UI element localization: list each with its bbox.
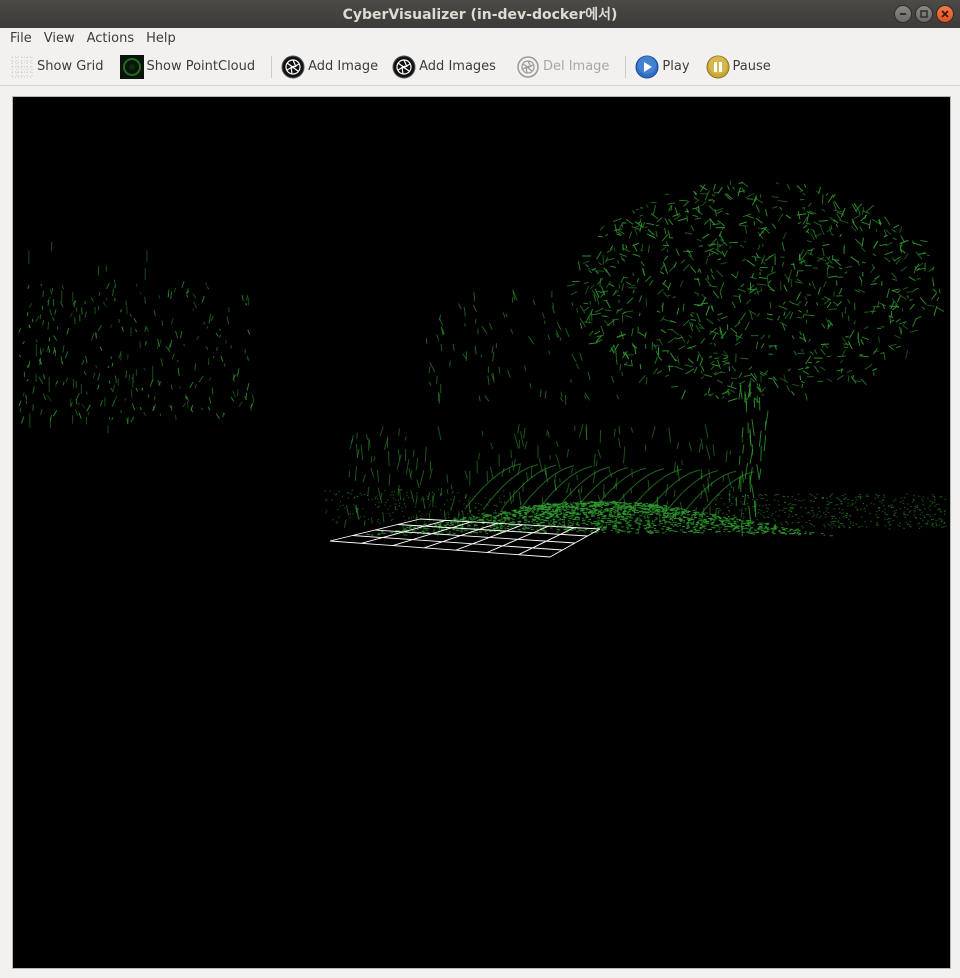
add-image-button[interactable]: Add Image [277,52,382,82]
add-images-button[interactable]: Add Images [388,52,500,82]
toolbar-separator [271,55,273,78]
play-icon [635,55,659,79]
show-grid-button[interactable]: Show Grid [6,52,108,82]
window-controls [894,5,954,23]
close-button[interactable] [936,5,954,23]
add-image-label: Add Image [308,59,379,74]
menu-help[interactable]: Help [140,31,182,46]
menu-actions[interactable]: Actions [81,31,141,46]
pointcloud-canvas[interactable] [15,99,948,966]
del-image-label: Del Image [542,59,610,74]
camera-shutter-icon [516,55,540,79]
camera-shutter-icon [392,55,416,79]
show-pointcloud-button[interactable]: Show PointCloud [116,52,260,82]
show-grid-label: Show Grid [37,59,104,74]
menu-bar: File View Actions Help [0,28,960,48]
pointcloud-icon [119,54,144,79]
play-button[interactable]: Play [631,52,693,82]
maximize-button[interactable] [915,5,933,23]
toolbar: Show Grid Show PointCloud Add Image Add … [0,48,960,86]
menu-file[interactable]: File [4,31,38,46]
camera-shutter-icon [281,55,305,79]
window-title: CyberVisualizer (in-dev-docker에서) [342,7,618,23]
pause-label: Pause [732,59,771,74]
add-images-label: Add Images [419,59,496,74]
pointcloud-viewport[interactable] [12,96,951,969]
maximize-icon [920,10,928,18]
pause-button[interactable]: Pause [702,52,775,82]
del-image-button[interactable]: Del Image [512,52,613,82]
menu-view[interactable]: View [38,31,81,46]
title-bar: CyberVisualizer (in-dev-docker에서) [0,0,960,28]
pointcloud-points [18,180,947,537]
grid-icon [10,55,34,79]
play-label: Play [662,59,690,74]
minimize-icon [900,13,906,15]
toolbar-separator [625,55,627,78]
close-icon [941,10,949,18]
minimize-button[interactable] [894,5,912,23]
pause-icon [706,55,730,79]
show-pointcloud-label: Show PointCloud [146,59,256,74]
